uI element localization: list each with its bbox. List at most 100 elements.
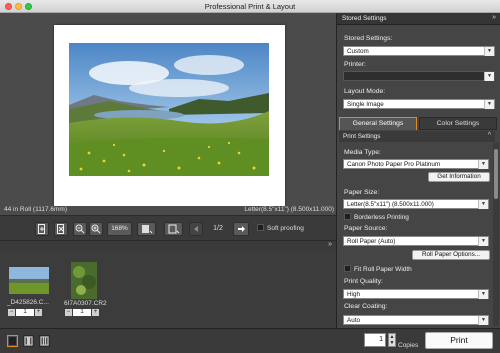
zoom-level-select[interactable]: 168% <box>107 222 132 236</box>
add-image-button[interactable] <box>35 222 49 236</box>
arrow-left-icon <box>194 226 198 232</box>
media-type-value: Canon Photo Paper Pro Platinum <box>347 161 441 168</box>
decrement-button[interactable]: − <box>65 309 72 316</box>
paper-source-value: Roll Paper (Auto) <box>347 238 396 245</box>
window-title: Professional Print & Layout <box>204 2 296 11</box>
zoom-in-button[interactable] <box>89 222 103 236</box>
paper-preview <box>54 25 285 208</box>
checkbox-box[interactable] <box>344 213 351 220</box>
settings-tabs: General Settings Color Settings <box>339 117 497 130</box>
fit-roll-paper-width-checkbox[interactable]: Fit Roll Paper Width <box>344 265 412 273</box>
decrement-button[interactable]: − <box>8 309 15 316</box>
tab-color-settings[interactable]: Color Settings <box>419 117 497 130</box>
printer-label: Printer: <box>344 61 366 68</box>
clear-coating-value: Auto <box>347 317 360 324</box>
dropdown-arrow-icon: ▼ <box>484 72 494 81</box>
paper-size-value: Letter(8.5"x11") (8.500x11.000) <box>347 201 434 208</box>
print-button[interactable]: Print <box>425 332 493 349</box>
thumbnail-item[interactable]: _D425826.C... − 1 + <box>7 265 53 325</box>
preview-photo[interactable] <box>69 43 269 176</box>
thumbnail-collapse-bar: » <box>0 241 336 250</box>
collapse-chevron-icon[interactable]: ^ <box>488 132 491 139</box>
dropdown-arrow-icon: ▼ <box>484 47 494 56</box>
expand-chevron-icon[interactable]: » <box>492 14 496 21</box>
printer-select[interactable]: ▼ <box>343 71 495 81</box>
thumbnail-image[interactable] <box>9 267 49 294</box>
layout-mode-value: Single Image <box>347 101 384 108</box>
print-preview-area <box>0 13 336 208</box>
checkbox-box[interactable] <box>344 265 351 272</box>
thumbnail-strip: _D425826.C... − 1 + 6I7A0307.CR2 − 1 + <box>0 250 336 328</box>
thumbnail-copies-stepper[interactable]: − 1 + <box>65 309 99 316</box>
dropdown-arrow-icon: ▼ <box>484 100 494 109</box>
soft-proofing-label: Soft proofing <box>267 225 304 232</box>
page-orientation-button[interactable] <box>137 222 156 236</box>
checkbox-box[interactable] <box>257 224 264 231</box>
print-quality-label: Print Quality: <box>344 278 383 285</box>
close-window-button[interactable] <box>5 3 12 10</box>
copies-label: Copies <box>398 342 419 349</box>
layout-fit-button[interactable] <box>23 335 34 347</box>
multi-page-icon <box>40 336 49 346</box>
copies-stepper[interactable]: ▲ ▼ <box>388 333 396 347</box>
zoom-in-icon <box>91 224 101 234</box>
layout-mode-select[interactable]: Single Image ▼ <box>343 99 495 109</box>
paper-source-select[interactable]: Roll Paper (Auto) ▼ <box>343 236 489 246</box>
scrollbar-thumb[interactable] <box>494 149 498 199</box>
roll-width-label: 44 in Roll (1117.6mm) <box>4 206 67 213</box>
borderless-printing-checkbox[interactable]: Borderless Printing <box>344 213 409 221</box>
paper-info-bar: 44 in Roll (1117.6mm) Letter(8.5"x11") (… <box>0 206 336 215</box>
paper-size-info: Letter(8.5"x11") (8.500x11.000) <box>244 206 334 213</box>
print-settings-title: Print Settings <box>343 133 381 140</box>
arrow-right-icon <box>238 226 245 232</box>
page-indicator: 1/2 <box>213 225 223 232</box>
orientation-icon <box>141 225 152 234</box>
layout-options-button[interactable] <box>164 222 183 236</box>
layout-multi-button[interactable] <box>39 335 50 347</box>
layout-single-button[interactable] <box>7 335 18 347</box>
tab-general-settings[interactable]: General Settings <box>339 117 417 130</box>
settings-scrollbar[interactable] <box>493 143 499 326</box>
paper-size-select[interactable]: Letter(8.5"x11") (8.500x11.000) ▼ <box>343 199 489 209</box>
clear-coating-select[interactable]: Auto ▼ <box>343 315 489 325</box>
collapse-chevron-icon[interactable]: » <box>328 241 332 248</box>
thumbnail-image[interactable] <box>71 262 97 299</box>
fit-roll-label: Fit Roll Paper Width <box>354 266 412 273</box>
copies-value[interactable]: 1 <box>73 309 91 316</box>
soft-proofing-checkbox[interactable]: Soft proofing <box>257 224 304 232</box>
print-settings-header[interactable]: Print Settings ^ <box>339 131 495 142</box>
increment-button[interactable]: + <box>92 309 99 316</box>
previous-page-button[interactable] <box>189 222 203 236</box>
delete-page-icon <box>57 224 64 234</box>
print-quality-select[interactable]: High ▼ <box>343 289 489 299</box>
stored-settings-header[interactable]: Stored Settings » <box>337 13 500 25</box>
dropdown-arrow-icon: ▼ <box>478 316 488 325</box>
get-information-button[interactable]: Get Information <box>428 172 490 182</box>
copies-input[interactable]: 1 <box>364 333 386 347</box>
roll-paper-options-button[interactable]: Roll Paper Options... <box>412 250 490 260</box>
copies-down-arrow-icon[interactable]: ▼ <box>389 340 395 346</box>
thumbnail-filename: _D425826.C... <box>7 299 49 306</box>
copies-value[interactable]: 1 <box>16 309 34 316</box>
zoom-window-button[interactable] <box>25 3 32 10</box>
zoom-out-icon <box>75 224 85 234</box>
remove-image-button[interactable] <box>54 222 68 236</box>
stored-settings-header-label: Stored Settings <box>342 15 387 22</box>
minimize-window-button[interactable] <box>15 3 22 10</box>
next-page-button[interactable] <box>233 222 249 236</box>
single-page-icon <box>9 337 16 345</box>
stored-settings-value: Custom <box>347 48 369 55</box>
media-type-select[interactable]: Canon Photo Paper Pro Platinum ▼ <box>343 159 489 169</box>
dropdown-arrow-icon: ▼ <box>478 237 488 246</box>
thumbnail-filename: 6I7A0307.CR2 <box>64 300 107 307</box>
add-page-icon <box>38 224 45 234</box>
media-type-label: Media Type: <box>344 149 381 156</box>
thumbnail-item[interactable]: 6I7A0307.CR2 − 1 + <box>64 262 110 325</box>
zoom-out-button[interactable] <box>73 222 87 236</box>
settings-panel: Stored Settings » Stored Settings: Custo… <box>336 13 500 328</box>
paper-size-label: Paper Size: <box>344 189 380 196</box>
borderless-label: Borderless Printing <box>354 214 409 221</box>
thumbnail-copies-stepper[interactable]: − 1 + <box>8 309 42 316</box>
increment-button[interactable]: + <box>35 309 42 316</box>
stored-settings-select[interactable]: Custom ▼ <box>343 46 495 56</box>
